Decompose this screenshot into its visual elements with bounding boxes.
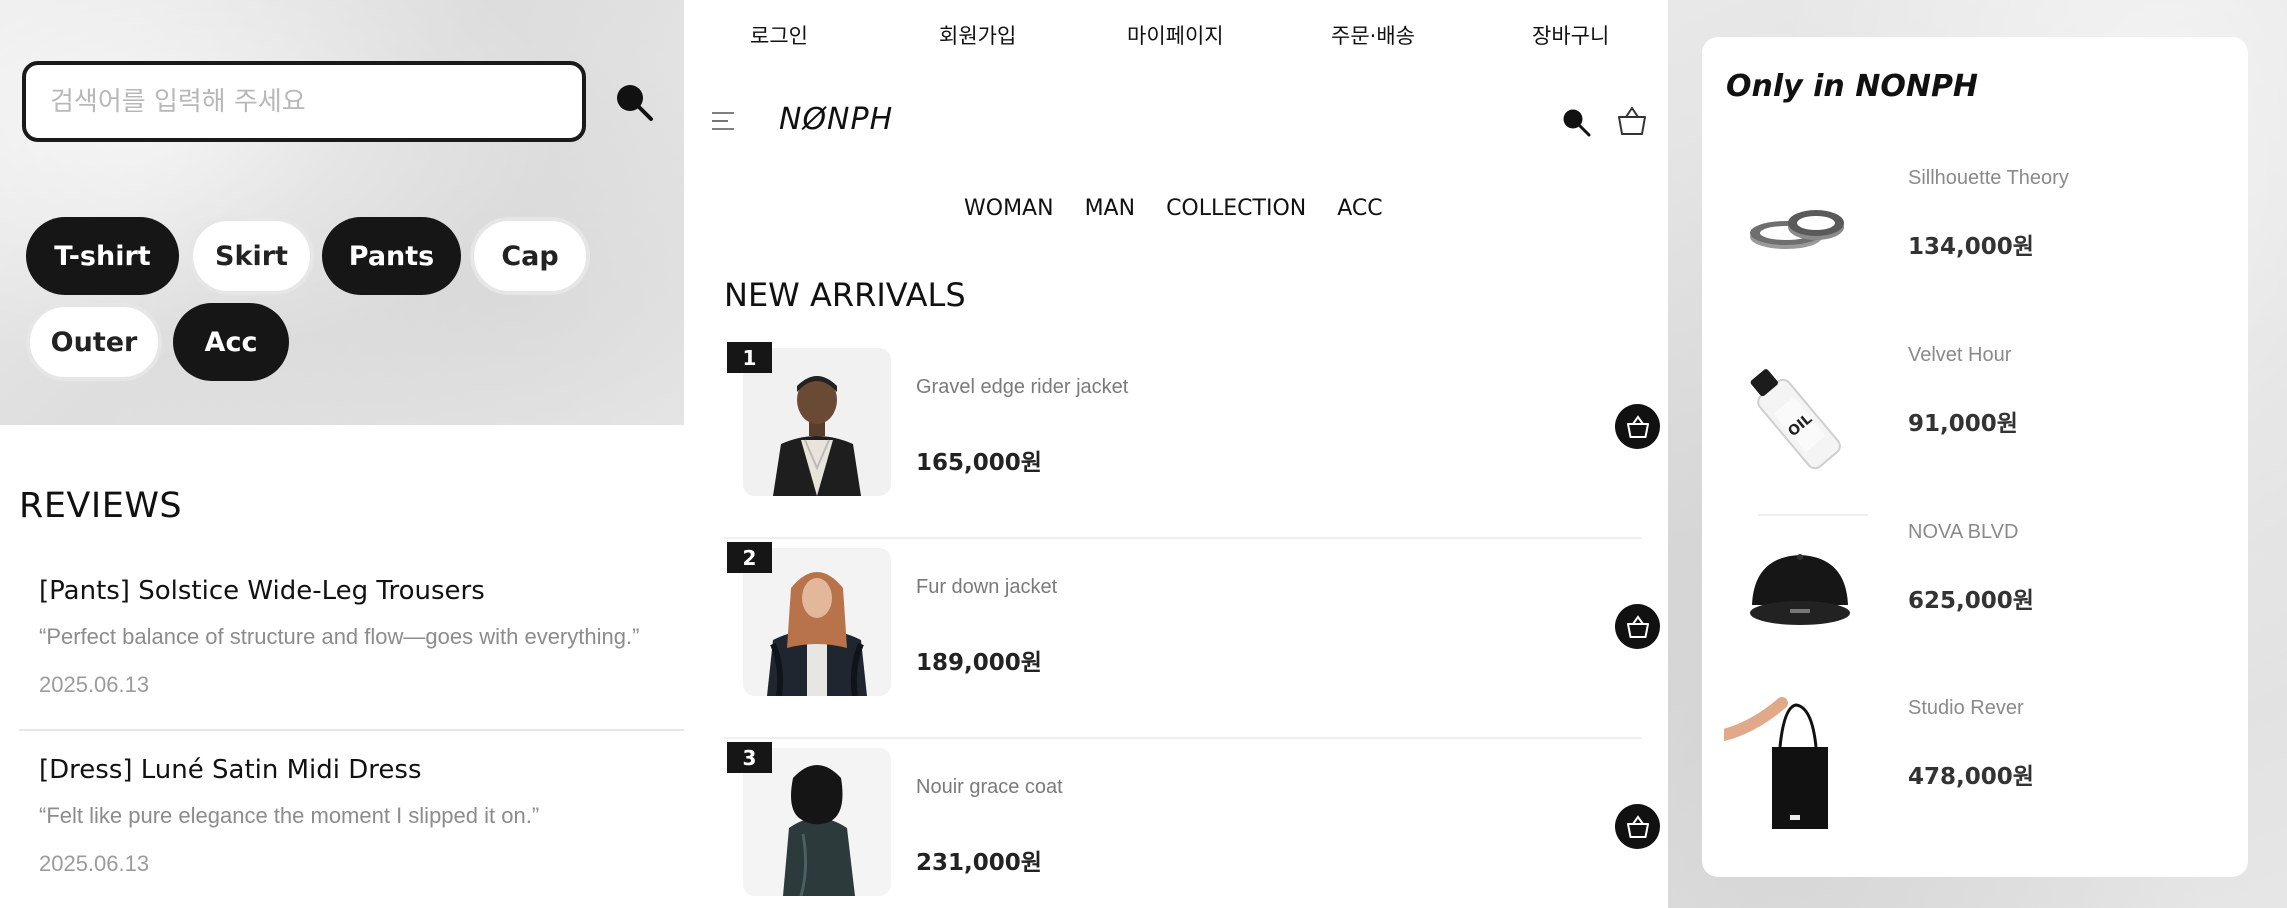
add-to-cart-button[interactable] [1615,404,1660,449]
cap-icon [1750,554,1850,625]
category-nav: WOMAN MAN COLLECTION ACC [964,196,1383,221]
item-name[interactable]: Studio Rever [1908,697,2024,720]
basket-icon[interactable] [1615,104,1649,138]
basket-icon [1626,814,1649,838]
product-price: 231,000원 [916,850,1042,876]
review-quote: “Perfect balance of structure and flow—g… [39,624,640,649]
nav-orders[interactable]: 주문·배송 [1331,20,1415,50]
nav-cart[interactable]: 장바구니 [1532,20,1609,50]
item-price: 134,000원 [1908,234,2034,260]
product-name[interactable]: Nouir grace coat [916,776,1063,799]
chip-pants[interactable]: Pants [322,217,461,295]
rank-badge: 1 [727,342,772,373]
basket-icon [1626,614,1649,638]
chip-cap[interactable]: Cap [470,217,590,295]
product-card[interactable]: 2 Fur down jacket 189,000원 [724,539,1660,739]
review-item[interactable]: [Pants] Solstice Wide-Leg Trousers “Perf… [19,576,704,731]
exclusive-item[interactable]: NOVA BLVD 625,000원 [1702,521,2248,698]
rank-badge: 3 [727,742,772,773]
item-name[interactable]: Sillhouette Theory [1908,167,2069,190]
review-title: [Dress] Luné Satin Midi Dress [39,755,422,785]
item-price: 91,000원 [1908,411,2018,437]
main-store-panel: 로그인 회원가입 마이페이지 주문·배송 장바구니 NØNPH WOMAN MA… [684,0,1668,908]
product-card[interactable]: 3 Nouir grace coat 231,000원 [724,739,1660,908]
product-name[interactable]: Fur down jacket [916,576,1057,599]
exclusive-item[interactable]: Sillhouette Theory 134,000원 [1702,167,2248,344]
search-icon[interactable] [1560,106,1592,138]
catnav-acc[interactable]: ACC [1337,196,1382,221]
only-in-card: Only in NONPH Sillhouette Theory 134,000… [1702,37,2248,877]
reviews-heading: REVIEWS [19,486,183,526]
nav-signup[interactable]: 회원가입 [939,20,1016,50]
nav-mypage[interactable]: 마이페이지 [1127,20,1224,50]
chip-acc[interactable]: Acc [173,303,289,381]
product-price: 165,000원 [916,450,1042,476]
basket-icon [1626,414,1649,438]
item-price: 478,000원 [1908,764,2034,790]
site-logo[interactable]: NØNPH [779,102,893,137]
item-price: 625,000원 [1908,588,2034,614]
catnav-man[interactable]: MAN [1085,196,1136,221]
add-to-cart-button[interactable] [1615,804,1660,849]
product-name[interactable]: Gravel edge rider jacket [916,376,1128,399]
nav-login[interactable]: 로그인 [750,20,808,50]
catnav-woman[interactable]: WOMAN [964,196,1054,221]
review-title: [Pants] Solstice Wide-Leg Trousers [39,576,485,606]
left-hero-panel: T-shirt Skirt Pants Cap Outer Acc [0,0,684,425]
review-date: 2025.06.13 [39,851,150,876]
only-in-heading: Only in NONPH [1726,69,1979,104]
chip-skirt[interactable]: Skirt [189,217,314,295]
product-card[interactable]: 1 Gravel edge rider jacket 165,000원 [724,339,1660,539]
item-name[interactable]: NOVA BLVD [1908,521,2018,544]
rings-icon [1750,210,1844,249]
search-box[interactable] [22,61,586,142]
new-arrivals-heading: NEW ARRIVALS [724,276,966,314]
catnav-collection[interactable]: COLLECTION [1166,196,1306,221]
search-icon[interactable] [612,80,656,124]
product-price: 189,000원 [916,650,1042,676]
review-quote: “Felt like pure elegance the moment I sl… [39,803,540,828]
menu-icon[interactable] [710,108,736,134]
oil-bottle-icon: OIL [1750,369,1841,470]
chip-t-shirt[interactable]: T-shirt [26,217,179,295]
item-divider [1758,514,1868,516]
exclusive-item[interactable]: OIL Velvet Hour 91,000원 [1702,344,2248,521]
utility-nav: 로그인 회원가입 마이페이지 주문·배송 장바구니 [684,0,1668,70]
item-name[interactable]: Velvet Hour [1908,344,2011,367]
chip-outer[interactable]: Outer [26,303,162,381]
tote-bag-icon [1724,697,1828,829]
review-date: 2025.06.13 [39,672,150,697]
exclusive-item[interactable]: Studio Rever 478,000원 [1702,697,2248,874]
review-item[interactable]: [Dress] Luné Satin Midi Dress “Felt like… [19,755,704,905]
search-input[interactable] [50,86,582,117]
add-to-cart-button[interactable] [1615,604,1660,649]
rank-badge: 2 [727,542,772,573]
